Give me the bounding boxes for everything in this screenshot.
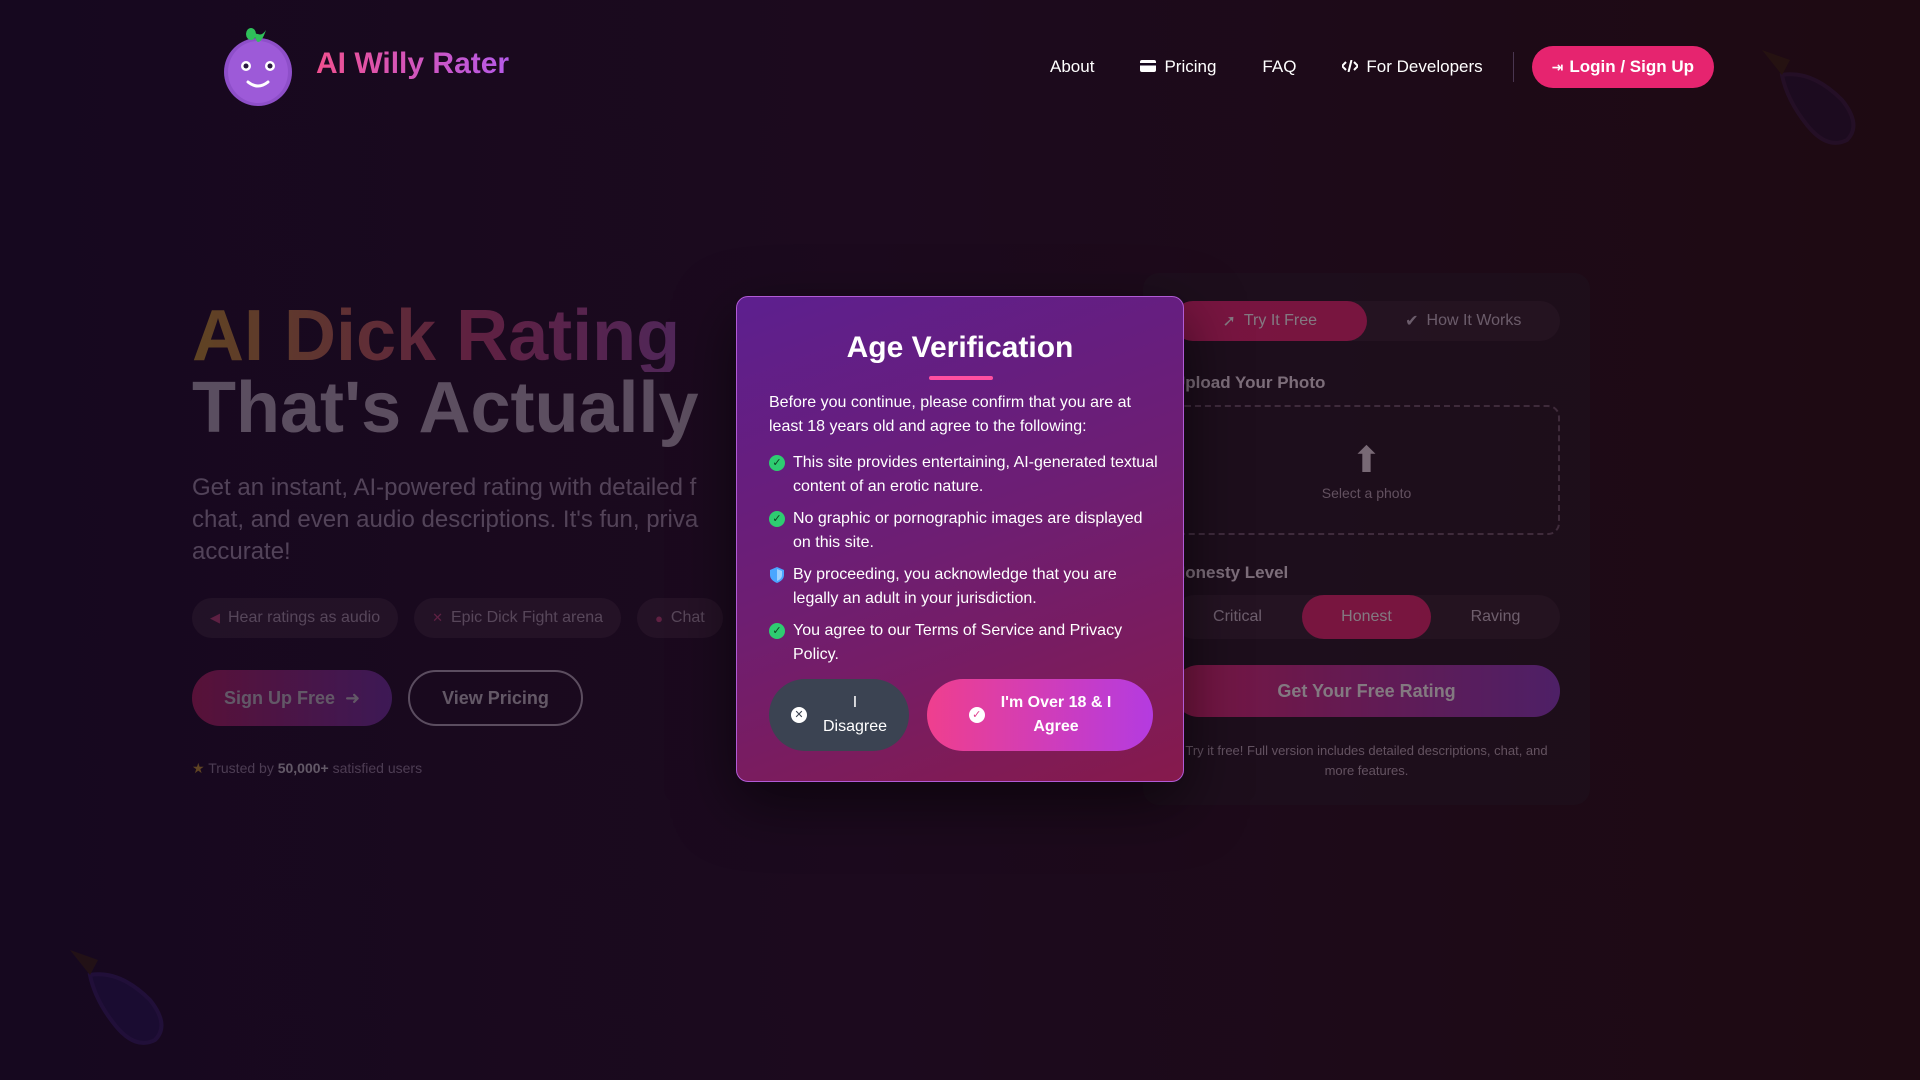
shield-icon: [769, 567, 785, 583]
age-verification-modal: Age Verification Before you continue, pl…: [736, 296, 1184, 782]
list-item-text: By proceeding, you acknowledge that you …: [793, 566, 1117, 607]
disagree-label: I Disagree: [823, 691, 887, 739]
list-item-text: No graphic or pornographic images are di…: [793, 510, 1143, 551]
list-item: ✓ You agree to our Terms of Service and …: [769, 619, 1159, 667]
check-circle-icon: ✓: [968, 707, 985, 723]
list-item: By proceeding, you acknowledge that you …: [769, 563, 1159, 611]
title-underline: [929, 376, 993, 380]
x-circle-icon: ✕: [790, 707, 807, 723]
disagree-line2: Disagree: [822, 718, 888, 735]
modal-intro: Before you continue, please confirm that…: [769, 394, 1131, 435]
list-item: ✓ This site provides entertaining, AI-ge…: [769, 451, 1159, 499]
agree-button[interactable]: ✓ I'm Over 18 & I Agree: [927, 679, 1153, 751]
check-circle-icon: ✓: [769, 455, 785, 471]
agree-label: I'm Over 18 & I Agree: [1001, 691, 1112, 739]
list-item: ✓ No graphic or pornographic images are …: [769, 507, 1159, 555]
modal-title: Age Verification: [846, 331, 1074, 364]
agree-line2: Agree: [1033, 718, 1079, 735]
list-item-text: You agree to our Terms of Service and Pr…: [793, 622, 1123, 663]
agree-line1: I'm Over 18 & I: [1000, 694, 1112, 711]
terms-list: ✓ This site provides entertaining, AI-ge…: [769, 451, 1159, 675]
disagree-button[interactable]: ✕ I Disagree: [769, 679, 909, 751]
check-circle-icon: ✓: [769, 511, 785, 527]
disagree-line1: I: [852, 694, 858, 711]
check-circle-icon: ✓: [769, 623, 785, 639]
list-item-text: This site provides entertaining, AI-gene…: [793, 454, 1158, 495]
